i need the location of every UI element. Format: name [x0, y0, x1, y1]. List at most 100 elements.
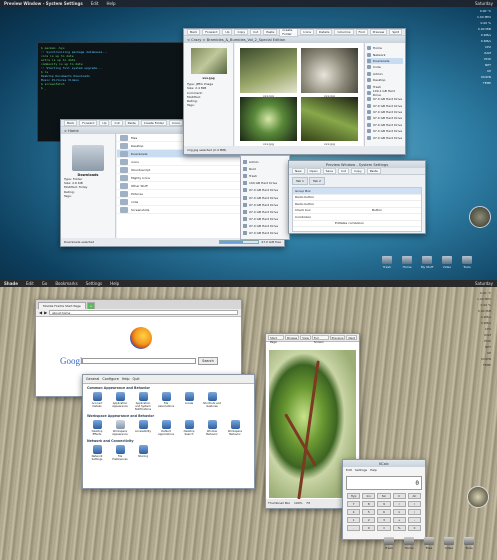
calculator-window[interactable]: KCalc Edit Settings Help 0 Hyp Inv Sin C AC 7… [342, 459, 426, 540]
cut-button[interactable]: Cut [111, 120, 123, 126]
save-button[interactable]: Save [322, 168, 336, 174]
image-browser-window[interactable]: Back Forward Up Copy Cut Paste Create Fo… [183, 28, 406, 155]
taskbar-item[interactable]: Tools [462, 537, 476, 550]
url-bar[interactable]: about:home [49, 310, 238, 315]
open-button[interactable]: Open [306, 168, 321, 174]
preview-settings-window[interactable]: Preview Window - System Settings New Ope… [288, 160, 426, 234]
taskbar-item[interactable]: Video [440, 256, 454, 269]
place-item[interactable]: 97.0 GB Hard Drive [243, 216, 287, 223]
calc-key[interactable]: 8 [362, 501, 376, 507]
tab-2[interactable]: Tab 2 [308, 177, 325, 185]
taskbar-item[interactable]: Home [402, 537, 416, 550]
photo-thumbnail[interactable]: xxx.jpg [240, 48, 297, 98]
calc-key[interactable]: . [347, 525, 361, 531]
copy-button[interactable]: Copy [351, 168, 365, 174]
copy-button[interactable]: Copy [234, 29, 249, 35]
thumbnail-bar-toggle[interactable]: Thumbnail Bar [268, 501, 290, 506]
up-button[interactable]: Up [99, 120, 110, 126]
back-button[interactable]: Back [64, 120, 78, 126]
settings-module[interactable]: Accessibility [133, 420, 153, 436]
menu-help[interactable]: Help [106, 1, 115, 6]
calc-key[interactable]: = [377, 525, 391, 531]
cut-button[interactable]: Cut [250, 29, 262, 35]
photo-thumbnail[interactable]: xxx.jpg [301, 48, 358, 98]
calc-key[interactable]: ± [407, 525, 421, 531]
browser-tab[interactable]: Mozilla Firefox Start Page [38, 302, 86, 309]
browse-button[interactable]: Browse [285, 335, 300, 340]
place-item[interactable]: 97.0 GB Hard Drive [243, 230, 287, 237]
place-item[interactable]: Root [243, 165, 287, 172]
calc-key[interactable]: Sin [377, 493, 391, 499]
settings-module[interactable]: Shortcuts and Gestures [202, 392, 222, 411]
breadcrumb[interactable]: < Crazy > Brambles_&_Bumbles_Vol_2_Speci… [184, 36, 405, 43]
create-folder-button[interactable]: Create Folder [140, 120, 167, 126]
place-item[interactable]: 97.0 GB Hard Drive [243, 201, 287, 208]
columns-view-button[interactable]: Columns [334, 29, 354, 35]
calc-key[interactable]: + [392, 517, 406, 523]
taskbar-item[interactable]: My Stuff [420, 256, 434, 269]
icons-view-button[interactable]: Icons [168, 120, 183, 126]
configure-button[interactable]: Configure [102, 377, 118, 381]
full-screen-button[interactable]: Full Screen [311, 335, 329, 344]
settings-module[interactable]: Application Appearance [110, 392, 130, 411]
new-tab-button[interactable]: + [86, 302, 96, 309]
photo-thumbnail[interactable]: xxx.jpg [240, 96, 297, 146]
settings-module[interactable]: Application and System Notifications [133, 392, 153, 411]
preview-row[interactable]: Editable combobox [293, 221, 421, 227]
calc-key[interactable]: × [392, 509, 406, 515]
taskbar-item[interactable]: Home [400, 256, 414, 269]
fit-button[interactable]: Fit [307, 501, 311, 506]
details-view-button[interactable]: Details [316, 29, 333, 35]
place-item[interactable]: Trash [243, 172, 287, 179]
forward-button[interactable]: Forward [202, 29, 221, 35]
zoom-level[interactable]: 100% [294, 501, 303, 506]
calc-key[interactable]: 2 [362, 517, 376, 523]
taskbar-item[interactable]: Trash [382, 537, 396, 550]
calc-key[interactable]: 1 [347, 517, 361, 523]
menu-edit[interactable]: Edit [346, 468, 352, 472]
forward-arrow-icon[interactable]: ▶ [44, 310, 47, 315]
calc-key[interactable]: 9 [377, 501, 391, 507]
settings-module[interactable]: File Preferences [110, 445, 130, 461]
back-button[interactable]: Back [187, 29, 201, 35]
calc-key[interactable]: ( [392, 501, 406, 507]
tab-1[interactable]: Tab 1 [292, 177, 308, 185]
start-page-button[interactable]: Start Page [268, 335, 285, 344]
menu-help[interactable]: Help [370, 468, 377, 472]
create-folder-button[interactable]: Create Folder [279, 29, 299, 37]
menu-bookmarks[interactable]: Bookmarks [55, 281, 77, 286]
menu-settings[interactable]: Settings [86, 281, 102, 286]
taskbar-item[interactable]: Files [422, 537, 436, 550]
place-item[interactable]: Admin [243, 158, 287, 165]
new-button[interactable]: New [292, 168, 305, 174]
settings-module[interactable]: Network Settings [87, 445, 107, 461]
taskbar-item[interactable]: Trash [380, 256, 394, 269]
calc-key[interactable]: Hyp [347, 493, 361, 499]
calc-key[interactable]: 6 [377, 509, 391, 515]
calc-key[interactable]: C [392, 493, 406, 499]
taskbar-item[interactable]: Tools [460, 256, 474, 269]
calc-key[interactable]: 0 [362, 525, 376, 531]
photo-thumbnail[interactable]: xxx.jpg [301, 96, 358, 146]
preview-button[interactable]: Preview [369, 29, 388, 35]
calc-key[interactable]: ) [407, 501, 421, 507]
find-button[interactable]: Find [355, 29, 368, 35]
place-item[interactable]: 97.0 GB Hard Drive [243, 223, 287, 230]
settings-module[interactable]: Desktop Search [179, 420, 199, 436]
menu-help[interactable]: Help [110, 281, 119, 286]
previous-button[interactable]: Previous [329, 335, 346, 340]
back-arrow-icon[interactable]: ◀ [39, 310, 42, 315]
system-settings-window[interactable]: General Configure Help Quit Common Appea… [82, 374, 255, 489]
settings-module[interactable]: Window Behavior [202, 420, 222, 436]
settings-module[interactable]: Workspace Appearance [110, 420, 130, 436]
settings-module[interactable]: Workspace Behavior [225, 420, 245, 436]
place-item[interactable]: 97.0 GB Hard Drive [367, 134, 403, 140]
view-button[interactable]: View [300, 335, 311, 340]
calc-key[interactable]: / [407, 509, 421, 515]
settings-module[interactable]: Locale [179, 392, 199, 411]
taskbar-item[interactable]: Video [442, 537, 456, 550]
icons-view-button[interactable]: Icons [300, 29, 315, 35]
calc-key[interactable]: % [392, 525, 406, 531]
place-item[interactable]: 97.0 GB Hard Drive [243, 187, 287, 194]
settings-module[interactable]: File Associations [156, 392, 176, 411]
